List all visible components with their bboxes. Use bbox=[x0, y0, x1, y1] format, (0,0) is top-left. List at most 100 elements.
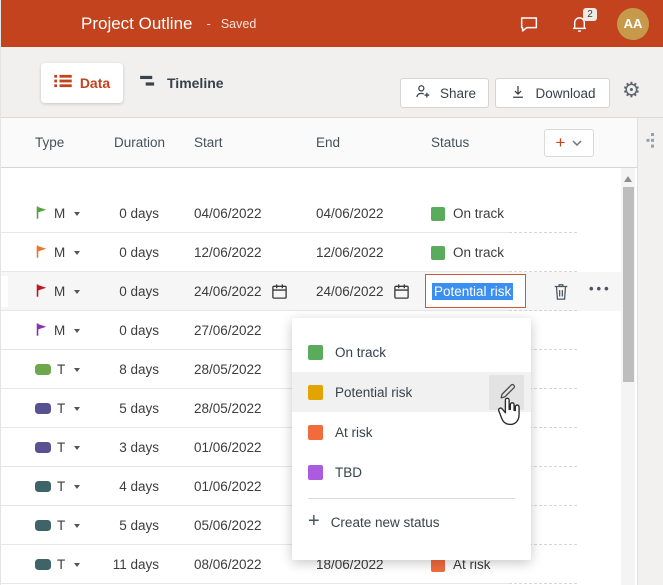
type-cell[interactable]: T bbox=[35, 506, 81, 545]
tab-data[interactable]: Data bbox=[41, 63, 123, 103]
calendar-icon[interactable] bbox=[393, 283, 410, 300]
status-option-label: Potential risk bbox=[335, 384, 413, 400]
column-header-status[interactable]: Status bbox=[431, 118, 469, 168]
type-cell[interactable]: T bbox=[35, 389, 81, 428]
create-new-status-button[interactable]: + Create new status bbox=[292, 499, 531, 545]
app-root: Project Outline - Saved 2 AA Data Timeli… bbox=[0, 0, 663, 585]
type-label: T bbox=[57, 401, 66, 416]
duration-cell[interactable]: 0 days bbox=[81, 311, 159, 350]
type-cell[interactable]: T bbox=[35, 467, 81, 506]
duration-cell[interactable]: 0 days bbox=[81, 233, 159, 272]
end-date-cell[interactable]: 24/06/2022 bbox=[316, 272, 410, 311]
duration-cell[interactable]: 0 days bbox=[81, 272, 159, 311]
type-cell[interactable]: M bbox=[35, 233, 81, 272]
type-cell[interactable]: M bbox=[35, 272, 81, 311]
scroll-spacer bbox=[1, 168, 638, 194]
end-date-value: 24/06/2022 bbox=[316, 284, 384, 299]
edit-status-button[interactable] bbox=[489, 374, 524, 410]
type-cell[interactable]: T bbox=[35, 428, 81, 467]
type-cell[interactable]: T bbox=[35, 350, 81, 389]
grid-header: Type Duration Start End Status + bbox=[1, 118, 638, 168]
chevron-down-icon bbox=[74, 406, 81, 411]
start-date-cell[interactable]: 01/06/2022 bbox=[194, 467, 262, 506]
start-date-cell[interactable]: 28/05/2022 bbox=[194, 389, 262, 428]
end-date-cell[interactable]: 04/06/2022 bbox=[316, 194, 384, 233]
duration-cell[interactable]: 5 days bbox=[81, 389, 159, 428]
collapse-handle-icon[interactable] bbox=[644, 132, 657, 154]
plus-icon: + bbox=[308, 510, 320, 532]
column-header-duration[interactable]: Duration bbox=[114, 118, 165, 168]
status-option[interactable]: On track bbox=[292, 332, 531, 372]
scrollbar-thumb[interactable] bbox=[622, 187, 634, 382]
task-bar-icon bbox=[35, 520, 51, 531]
status-option[interactable]: At risk bbox=[292, 412, 531, 452]
start-date-value: 24/06/2022 bbox=[194, 284, 262, 299]
start-date-value: 01/06/2022 bbox=[194, 440, 262, 455]
duration-cell[interactable]: 11 days bbox=[81, 545, 159, 584]
start-date-cell[interactable]: 04/06/2022 bbox=[194, 194, 262, 233]
type-label: T bbox=[57, 362, 66, 377]
flag-icon bbox=[35, 283, 48, 301]
share-button[interactable]: Share bbox=[400, 78, 489, 108]
topbar-actions: 2 AA bbox=[517, 7, 663, 40]
duration-cell[interactable]: 3 days bbox=[81, 428, 159, 467]
duration-cell[interactable]: 8 days bbox=[81, 350, 159, 389]
column-header-type[interactable]: Type bbox=[35, 118, 64, 168]
type-cell[interactable]: T bbox=[35, 545, 81, 584]
type-cell[interactable]: M bbox=[35, 194, 81, 233]
type-cell[interactable]: M bbox=[35, 311, 81, 350]
table-row[interactable]: M 0 days 24/06/2022 24/06/2022 Potential… bbox=[1, 272, 621, 311]
start-date-value: 27/06/2022 bbox=[194, 323, 262, 338]
status-cell[interactable]: On track bbox=[431, 233, 504, 272]
duration-cell[interactable]: 5 days bbox=[81, 506, 159, 545]
status-cell[interactable]: On track bbox=[431, 194, 504, 233]
start-date-cell[interactable]: 05/06/2022 bbox=[194, 506, 262, 545]
chat-bubble-icon[interactable] bbox=[517, 12, 541, 36]
tab-timeline[interactable]: Timeline bbox=[139, 63, 224, 103]
duration-cell[interactable]: 0 days bbox=[81, 194, 159, 233]
list-icon bbox=[54, 74, 72, 93]
status-option[interactable]: TBD bbox=[292, 452, 531, 492]
row-more-menu-button[interactable]: ••• bbox=[589, 281, 612, 296]
scroll-up-arrow[interactable] bbox=[624, 176, 632, 182]
table-row[interactable]: M 0 days 12/06/2022 12/06/2022 On track … bbox=[1, 233, 621, 272]
duration-cell[interactable]: 4 days bbox=[81, 467, 159, 506]
notification-badge: 2 bbox=[583, 7, 597, 21]
vertical-scrollbar[interactable] bbox=[621, 168, 635, 585]
status-color-square bbox=[431, 245, 445, 260]
status-option-label: At risk bbox=[335, 424, 373, 440]
calendar-icon[interactable] bbox=[271, 283, 288, 300]
column-header-start[interactable]: Start bbox=[194, 118, 223, 168]
start-date-cell[interactable]: 24/06/2022 bbox=[194, 272, 288, 311]
add-column-button[interactable]: + bbox=[544, 129, 594, 157]
start-date-value: 28/05/2022 bbox=[194, 362, 262, 377]
start-date-cell[interactable]: 01/06/2022 bbox=[194, 428, 262, 467]
download-button[interactable]: Download bbox=[495, 78, 610, 108]
saved-status: Saved bbox=[220, 16, 257, 31]
type-label: T bbox=[57, 518, 66, 533]
start-date-cell[interactable]: 27/06/2022 bbox=[194, 311, 262, 350]
flag-icon bbox=[35, 244, 48, 262]
delete-row-button[interactable] bbox=[552, 281, 570, 307]
status-label: On track bbox=[453, 206, 505, 221]
chevron-down-icon bbox=[74, 367, 81, 372]
start-date-cell[interactable]: 28/05/2022 bbox=[194, 350, 262, 389]
type-label: M bbox=[54, 245, 66, 260]
status-option[interactable]: Potential risk bbox=[292, 372, 531, 412]
gear-icon[interactable]: ⚙ bbox=[622, 80, 641, 101]
column-header-end[interactable]: End bbox=[316, 118, 340, 168]
status-dropdown: On track Potential risk At risk TBD + Cr… bbox=[292, 318, 531, 560]
end-date-value: 12/06/2022 bbox=[316, 245, 384, 260]
avatar[interactable]: AA bbox=[617, 7, 649, 40]
status-color-square bbox=[431, 206, 445, 221]
end-date-cell[interactable]: 12/06/2022 bbox=[316, 233, 384, 272]
start-date-cell[interactable]: 08/06/2022 bbox=[194, 545, 262, 584]
type-label: T bbox=[57, 557, 66, 572]
end-date-value: 04/06/2022 bbox=[316, 206, 384, 221]
bell-icon[interactable]: 2 bbox=[567, 7, 597, 36]
type-label: M bbox=[54, 323, 66, 338]
start-date-cell[interactable]: 12/06/2022 bbox=[194, 233, 262, 272]
status-edit-input[interactable]: Potential risk bbox=[425, 274, 526, 308]
table-row[interactable]: M 0 days 04/06/2022 04/06/2022 On track … bbox=[1, 194, 621, 233]
download-label: Download bbox=[535, 85, 596, 101]
